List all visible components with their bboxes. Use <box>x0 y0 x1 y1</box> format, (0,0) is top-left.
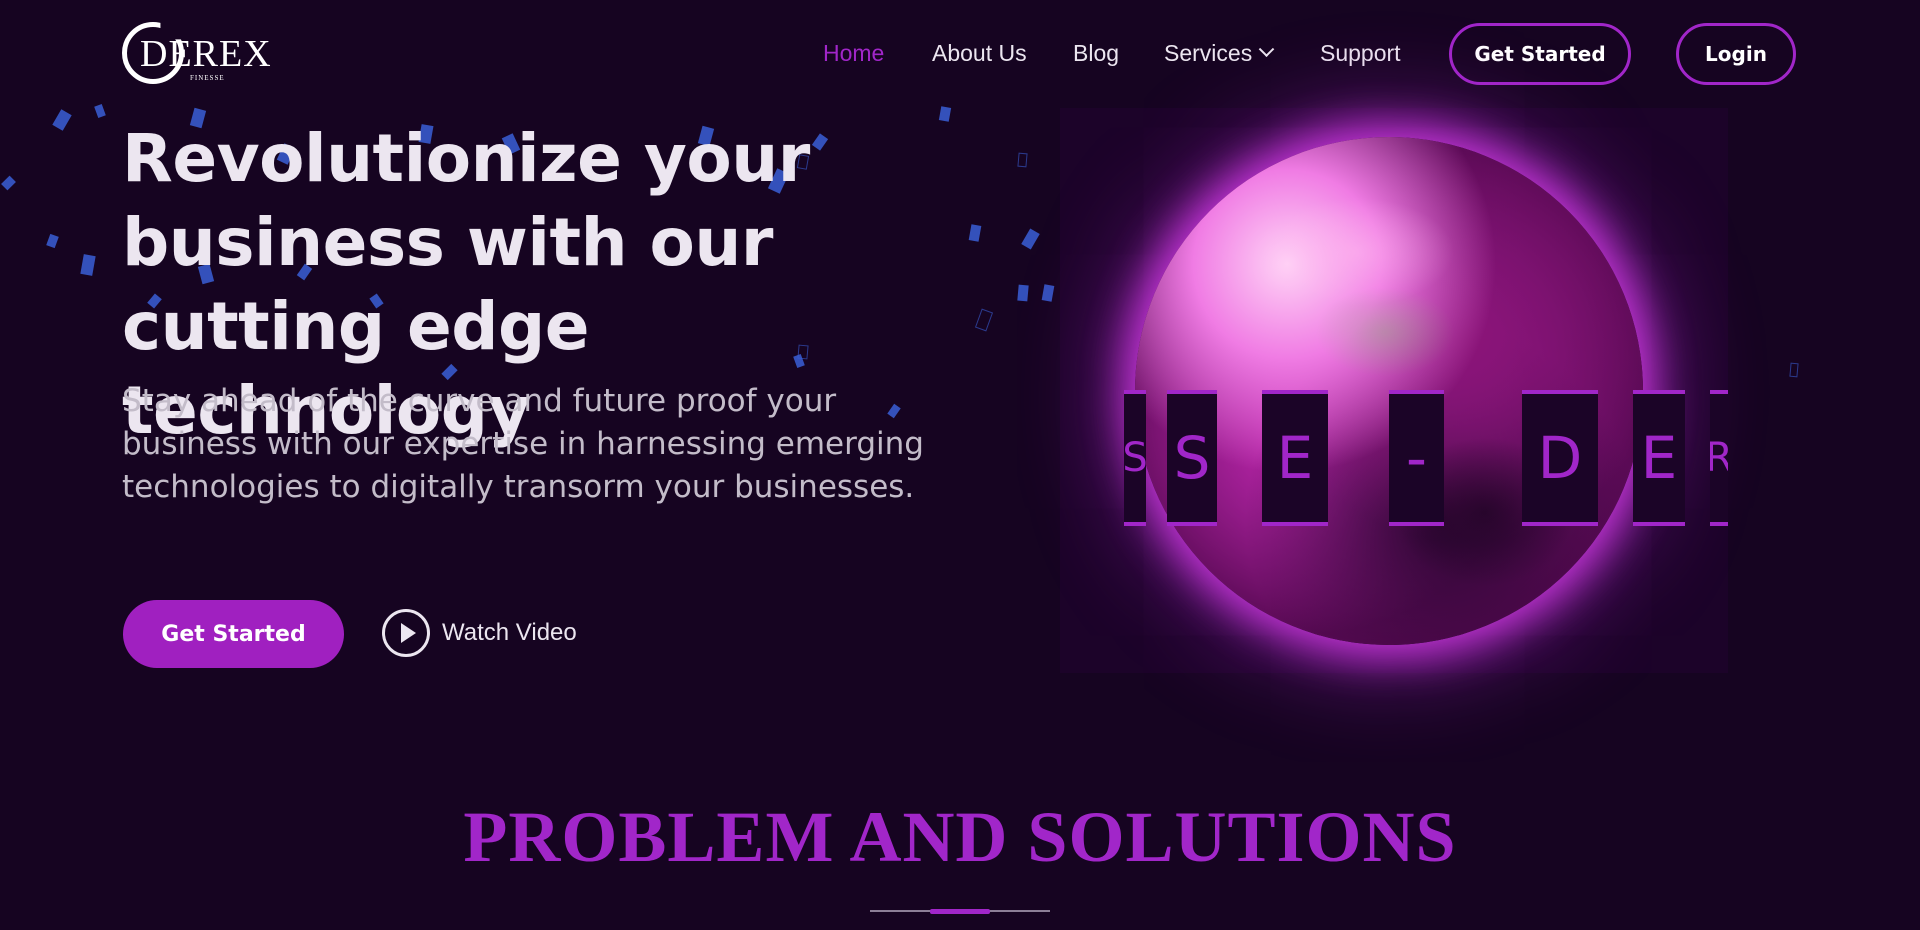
nav-link-home[interactable]: Home <box>823 40 884 67</box>
hero-title-line-2: business with our <box>122 204 773 281</box>
hero-subtitle-line-3: technologies to digitally transorm your … <box>122 469 915 505</box>
nav-link-about-us[interactable]: About Us <box>932 40 1027 67</box>
tile-letter: E <box>1633 390 1685 526</box>
hero-subtitle-line-2: business with our expertise in harnessin… <box>122 426 924 462</box>
nav-item-services[interactable]: Services <box>1164 40 1275 67</box>
nav-item-support[interactable]: Support <box>1320 40 1401 67</box>
play-icon[interactable] <box>382 609 430 657</box>
tile-letter: R <box>1710 390 1728 526</box>
watch-video-button[interactable]: Watch Video <box>382 609 577 657</box>
tile-letter: S <box>1167 390 1217 526</box>
tile-letter: - <box>1389 390 1444 526</box>
brand-logo[interactable]: DEREX FINESSE <box>122 22 272 86</box>
section-divider-accent <box>930 909 990 914</box>
tile-letter: D <box>1522 390 1598 526</box>
hero-get-started-button[interactable]: Get Started <box>123 600 344 668</box>
login-button[interactable]: Login <box>1676 23 1796 85</box>
hero-subtitle-line-1: Stay ahead of the curve and future proof… <box>122 383 837 419</box>
tile-letter: E <box>1262 390 1328 526</box>
site-header: DEREX FINESSE Home About Us Blog Service… <box>0 0 1920 108</box>
logo-tagline: FINESSE <box>190 74 225 82</box>
chevron-down-icon[interactable] <box>1258 41 1275 58</box>
header-get-started-button[interactable]: Get Started <box>1449 23 1631 85</box>
tile-letter: S <box>1124 390 1146 526</box>
nav-item-blog[interactable]: Blog <box>1073 40 1119 67</box>
nav-link-blog[interactable]: Blog <box>1073 40 1119 67</box>
hero-title-line-1: Revolutionize your <box>122 120 810 197</box>
nav-link-support[interactable]: Support <box>1320 40 1401 67</box>
nav-link-services[interactable]: Services <box>1164 40 1252 67</box>
logo-text: DEREX <box>140 33 272 75</box>
hero-subtitle: Stay ahead of the curve and future proof… <box>122 380 952 509</box>
section-title: PROBLEM AND SOLUTIONS <box>463 797 1457 877</box>
watch-video-label[interactable]: Watch Video <box>442 619 577 647</box>
nav-item-about-us[interactable]: About Us <box>932 40 1027 67</box>
nav-item-home[interactable]: Home <box>823 40 884 67</box>
orb-letter-tiles: S S E - D E R <box>1124 390 1728 526</box>
